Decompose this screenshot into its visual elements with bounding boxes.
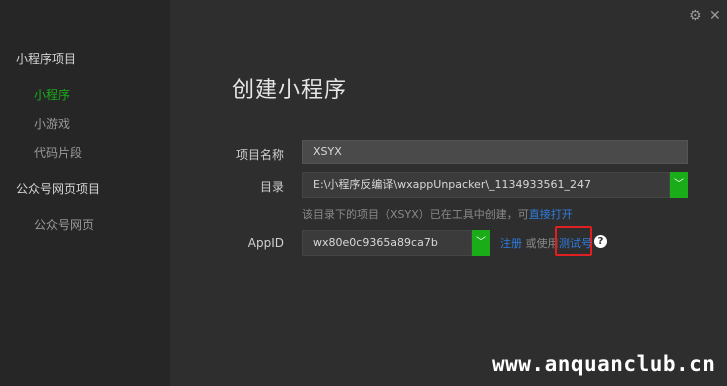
chevron-down-icon: ﹀: [476, 237, 486, 248]
appid-extra: 注册 或使用: [500, 235, 559, 251]
project-name-input[interactable]: XSYX: [302, 140, 688, 164]
sidebar-group-official-web: 公众号网页项目: [16, 182, 101, 196]
directory-input[interactable]: E:\小程序反编译\wxappUnpacker\_1134933561_247: [302, 172, 670, 198]
chevron-down-icon: ﹀: [674, 179, 684, 190]
directory-hint-text: 该目录下的项目（XSYX）已在工具中创建，可: [302, 208, 529, 221]
directory-label: 目录: [259, 180, 284, 194]
watermark: www.anquanclub.cn: [492, 352, 716, 376]
sidebar-item-minigame[interactable]: 小游戏: [34, 115, 70, 132]
sidebar-group-miniprogram: 小程序项目: [16, 52, 77, 66]
directory-hint: 该目录下的项目（XSYX）已在工具中创建，可直接打开: [302, 206, 573, 222]
register-link[interactable]: 注册: [500, 237, 522, 250]
directory-dropdown-button[interactable]: ﹀: [670, 172, 688, 198]
appid-dropdown-button[interactable]: ﹀: [472, 230, 490, 256]
appid-label: AppID: [247, 236, 284, 250]
sidebar-item-official-webpage[interactable]: 公众号网页: [34, 216, 94, 233]
open-directly-link[interactable]: 直接打开: [529, 208, 573, 221]
sidebar-item-code-snippet[interactable]: 代码片段: [34, 144, 82, 161]
sidebar: 小程序项目 小程序 小游戏 代码片段 公众号网页项目 公众号网页: [0, 0, 170, 386]
page-title: 创建小程序: [232, 78, 348, 103]
or-use-text: 或使用: [525, 237, 559, 250]
help-icon[interactable]: ?: [594, 235, 607, 248]
gear-icon[interactable]: ⚙: [689, 9, 702, 23]
project-name-label: 项目名称: [235, 148, 284, 162]
appid-input[interactable]: wx80e0c9365a89ca7b: [302, 230, 472, 256]
sidebar-item-miniprogram[interactable]: 小程序: [34, 86, 70, 103]
test-account-link[interactable]: 测试号: [559, 235, 592, 251]
close-icon[interactable]: ✕: [709, 9, 721, 23]
